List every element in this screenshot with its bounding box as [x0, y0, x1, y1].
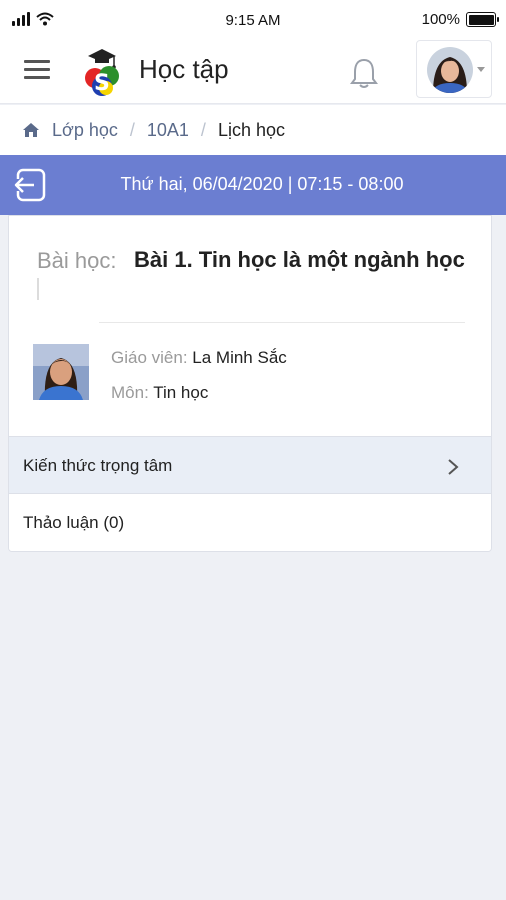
- battery-status: 100%: [421, 11, 499, 28]
- status-bar: 9:15 AM 100%: [0, 0, 506, 40]
- app-header: S Học tập: [0, 40, 506, 104]
- chevron-right-icon: [448, 459, 459, 475]
- teacher-row: Giáo viên: La Minh Sắc: [111, 348, 287, 368]
- breadcrumb-separator: /: [129, 119, 135, 140]
- breadcrumb-link-classes[interactable]: Lớp học: [52, 120, 118, 141]
- battery-percent: 100%: [421, 11, 460, 28]
- avatar: [427, 47, 473, 93]
- section-label: Kiến thức trọng tâm: [23, 456, 173, 475]
- schedule-bar: Thứ hai, 06/04/2020 | 07:15 - 08:00: [0, 155, 506, 215]
- hamburger-menu-icon[interactable]: [24, 60, 52, 82]
- app-logo-icon: S: [85, 49, 119, 96]
- teacher-name: La Minh Sắc: [192, 348, 287, 367]
- schedule-datetime: Thứ hai, 06/04/2020 | 07:15 - 08:00: [120, 174, 404, 194]
- subject-name: Tin học: [153, 383, 209, 402]
- chevron-down-icon: [477, 67, 485, 72]
- app-title: Học tập: [139, 54, 229, 84]
- section-label: Thảo luận (0): [23, 513, 125, 532]
- svg-text:S: S: [94, 71, 110, 96]
- battery-icon: [466, 12, 499, 27]
- teacher-label: Giáo viên:: [111, 348, 188, 367]
- user-avatar-button[interactable]: [416, 40, 492, 98]
- lesson-card: Bài học: Bài 1. Tin học là một ngành học…: [8, 215, 492, 552]
- lesson-accent-line: [37, 278, 39, 300]
- teacher-avatar: [33, 344, 89, 400]
- subject-row: Môn: Tin học: [111, 383, 208, 403]
- subject-label: Môn:: [111, 383, 149, 402]
- breadcrumb: Lớp học / 10A1 / Lịch học: [0, 105, 506, 155]
- home-icon[interactable]: [22, 122, 40, 138]
- breadcrumb-current: Lịch học: [217, 119, 285, 140]
- divider: [99, 322, 465, 323]
- breadcrumb-separator: /: [200, 119, 206, 140]
- breadcrumb-link-class[interactable]: 10A1: [147, 120, 189, 141]
- section-discussion[interactable]: Thảo luận (0): [9, 494, 491, 551]
- bell-icon[interactable]: [348, 56, 380, 90]
- section-key-knowledge[interactable]: Kiến thức trọng tâm: [9, 436, 491, 494]
- lesson-title: Bài 1. Tin học là một ngành học: [134, 247, 465, 272]
